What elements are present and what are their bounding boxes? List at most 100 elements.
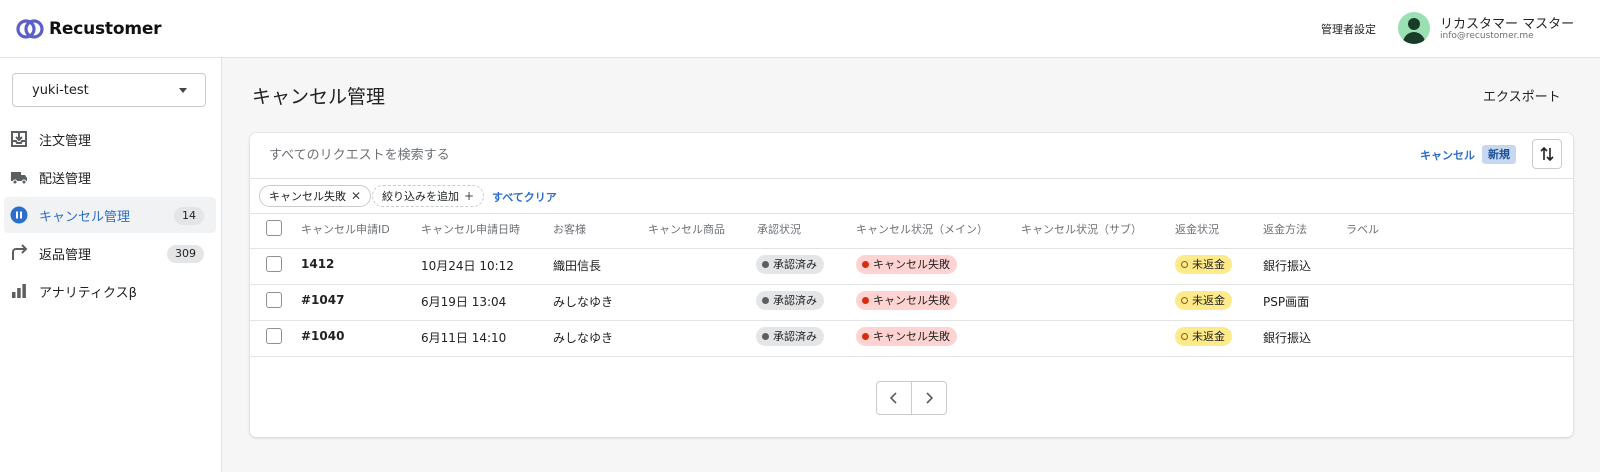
status-dot [762,297,769,304]
cancel-id[interactable]: #1047 [301,293,344,307]
brand-name: Recustomer [49,18,162,39]
sidebar-item-shipping[interactable]: 配送管理 [4,159,216,195]
add-filter-chip[interactable]: 絞り込みを追加 + [372,185,485,207]
prev-page-button[interactable] [877,382,912,414]
approval-badge: 承認済み [756,291,824,310]
cancel-date: 6月19日 13:04 [421,295,507,309]
avatar-body [1403,32,1425,44]
column-header[interactable]: ラベル [1346,221,1379,237]
page-title: キャンセル管理 [252,86,386,108]
approval-badge: 承認済み [756,327,824,346]
store-select-value: yuki-test [32,82,89,98]
avatar[interactable] [1398,12,1430,44]
admin-settings-link[interactable]: 管理者設定 [1321,21,1376,37]
status-dot [862,333,869,340]
cancel-date: 6月11日 14:10 [421,331,507,345]
cancel-date: 10月24日 10:12 [421,259,514,273]
user-name[interactable]: リカスタマー マスター [1440,13,1574,32]
divider [250,284,1573,285]
count-badge: 14 [174,207,204,225]
divider [250,356,1573,357]
sidebar-item-analytics[interactable]: アナリティクスβ [4,273,216,309]
export-button[interactable]: エクスポート [1483,86,1561,105]
tab-cancel[interactable]: キャンセル [1420,147,1475,163]
column-header[interactable]: 返金状況 [1175,221,1219,237]
customer-name: みしなゆき [553,331,614,345]
cancel-id[interactable]: #1040 [301,329,344,343]
sort-button[interactable] [1532,139,1562,169]
select-all-checkbox[interactable] [266,220,282,236]
clear-all-link[interactable]: すべてクリア [492,189,557,205]
return-arrow-icon [10,244,28,262]
status-dot [862,261,869,268]
refund-status-badge-label: 未返金 [1192,294,1225,307]
sidebar-item-label: キャンセル管理 [39,209,131,225]
filter-chip-cancel-failed[interactable]: キャンセル失敗 ✕ [259,185,372,207]
approval-badge-label: 承認済み [773,330,817,343]
customer-name: 織田信長 [553,259,602,273]
count-badge: 309 [167,245,204,263]
column-header[interactable]: 承認状況 [757,221,801,237]
column-header[interactable]: お客様 [553,221,586,237]
sidebar-item-label: アナリティクスβ [39,285,137,301]
row-checkbox[interactable] [266,328,282,344]
sidebar-item-orders[interactable]: 注文管理 [4,121,216,157]
status-dot [862,297,869,304]
refund-status-badge: 未返金 [1175,255,1232,274]
approval-badge: 承認済み [756,255,824,274]
search-input[interactable] [269,145,969,165]
status-dot [1181,261,1188,268]
column-header[interactable]: キャンセル商品 [648,221,725,237]
sort-arrows-icon [1540,146,1554,162]
cancel-status-badge: キャンセル失敗 [856,291,957,310]
close-icon[interactable]: ✕ [351,189,361,203]
user-email: info@recustomer.me [1440,31,1534,41]
top-bar: Recustomer 管理者設定 リカスタマー マスター info@recust… [0,0,1600,58]
sidebar-item-label: 配送管理 [39,171,92,187]
refund-status-badge: 未返金 [1175,327,1232,346]
cancel-id[interactable]: 1412 [301,257,334,271]
brand[interactable]: Recustomer [15,18,162,40]
truck-icon [10,168,28,186]
approval-badge-label: 承認済み [773,258,817,271]
status-dot [1181,297,1188,304]
refund-method: PSP画面 [1263,295,1310,309]
column-header[interactable]: キャンセル状況（サブ） [1021,221,1142,237]
status-dot [762,333,769,340]
divider [250,248,1573,249]
cancel-status-badge: キャンセル失敗 [856,327,957,346]
bar-chart-icon [10,282,28,300]
chevron-down-icon [179,88,187,93]
sidebar: yuki-test 注文管理 配送管理 キャンセル管理 14 返品管理 309 … [0,58,222,472]
column-header[interactable]: 返金方法 [1263,221,1307,237]
filter-chip-label: キャンセル失敗 [269,190,346,203]
cancel-status-badge-label: キャンセル失敗 [873,258,950,271]
inbox-download-icon [10,130,28,148]
divider [250,178,1573,179]
sidebar-item-label: 返品管理 [39,247,92,263]
row-checkbox[interactable] [266,292,282,308]
refund-method: 銀行振込 [1263,331,1312,345]
recustomer-logo-icon [16,18,44,39]
chevron-right-icon [926,392,933,404]
orders-card: キャンセル 新規 キャンセル失敗 ✕ 絞り込みを追加 + すべてクリア キャンセル申… [250,133,1573,437]
column-header[interactable]: キャンセル申請ID [301,221,390,237]
column-header[interactable]: キャンセル状況（メイン） [856,221,988,237]
refund-method: 銀行振込 [1263,259,1312,273]
chevron-left-icon [889,392,897,404]
refund-status-badge-label: 未返金 [1192,330,1225,343]
customer-name: みしなゆき [553,295,614,309]
row-checkbox[interactable] [266,256,282,272]
column-header[interactable]: キャンセル申請日時 [421,221,520,237]
pagination [876,381,947,415]
store-select[interactable]: yuki-test [12,73,206,107]
status-dot [762,261,769,268]
approval-badge-label: 承認済み [773,294,817,307]
add-filter-label: 絞り込みを追加 [382,190,459,203]
sidebar-item-cancel[interactable]: キャンセル管理 14 [4,197,216,233]
tab-new[interactable]: 新規 [1482,145,1516,164]
sidebar-item-returns[interactable]: 返品管理 309 [4,235,216,271]
pause-circle-icon [10,206,28,224]
divider [250,320,1573,321]
next-page-button[interactable] [912,382,947,414]
